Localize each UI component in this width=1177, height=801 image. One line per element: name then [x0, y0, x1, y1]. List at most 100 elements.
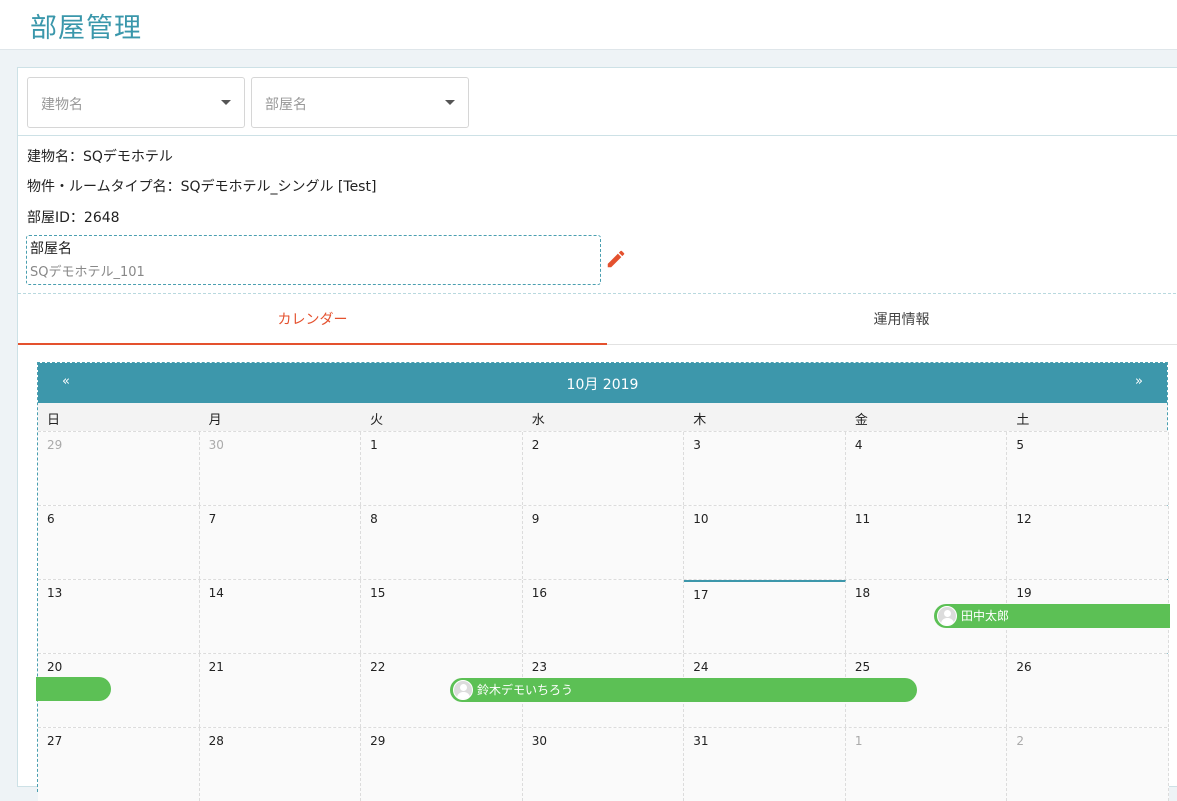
calendar-day-cell[interactable]: 16	[522, 580, 685, 653]
day-number: 31	[693, 734, 709, 748]
day-number: 12	[1016, 512, 1032, 526]
pencil-icon[interactable]	[605, 248, 627, 270]
calendar-day-cell[interactable]: 30	[522, 728, 685, 801]
room-name-label: 部屋名	[30, 241, 72, 257]
calendar-day-cell[interactable]: 8	[361, 506, 523, 579]
page-title: 部屋管理	[30, 13, 142, 44]
day-number: 28	[208, 734, 224, 748]
calendar-day-cell[interactable]: 2	[522, 432, 685, 505]
property-name-line: 物件・ルームタイプ名：SQデモホテル_シングル [Test]	[27, 179, 377, 195]
calendar-day-cell[interactable]: 1	[845, 728, 1008, 801]
chevron-down-icon	[445, 100, 455, 105]
calendar-day-cell[interactable]: 26	[1007, 654, 1169, 727]
tab-operation-info[interactable]: 運用情報	[607, 295, 1177, 345]
day-number: 17	[693, 588, 709, 602]
day-number: 30	[208, 438, 224, 452]
calendar-day-cell[interactable]: 2	[1007, 728, 1169, 801]
reservation-event[interactable]	[36, 677, 111, 701]
calendar-day-cell[interactable]: 27	[38, 728, 200, 801]
day-number: 25	[854, 660, 871, 674]
chevron-down-icon	[221, 100, 231, 105]
day-number: 29	[370, 734, 386, 748]
calendar-day-cell[interactable]: 10	[684, 506, 846, 579]
calendar-day-cell[interactable]: 21	[199, 654, 362, 727]
day-number: 15	[370, 586, 386, 600]
day-number: 26	[1016, 660, 1032, 674]
day-number: 29	[47, 438, 63, 452]
calendar-month-label: 10月 2019	[566, 377, 639, 393]
weekday-label: 土	[1016, 413, 1030, 428]
building-select-placeholder: 建物名	[41, 97, 83, 113]
avatar-icon	[453, 680, 473, 700]
reservation-guest-name: 鈴木デモいちろう	[477, 683, 574, 697]
day-number: 22	[370, 660, 386, 674]
weekday-label: 水	[531, 413, 545, 428]
building-name-line: 建物名：SQデモホテル	[27, 149, 173, 165]
calendar-day-cell[interactable]: 15	[361, 580, 523, 653]
weekday-label: 木	[693, 413, 707, 428]
reservation-guest-name: 田中太郎	[961, 609, 1010, 623]
day-number: 9	[531, 512, 540, 526]
calendar-day-cell[interactable]: 11	[845, 506, 1008, 579]
tab-bar: カレンダー 運用情報	[18, 295, 1177, 345]
calendar-day-cell[interactable]: 9	[522, 506, 685, 579]
calendar-day-cell[interactable]: 29	[38, 432, 200, 505]
tab-calendar[interactable]: カレンダー	[18, 295, 607, 345]
filter-bar: 建物名 部屋名	[18, 68, 1177, 136]
day-number: 3	[693, 438, 701, 452]
calendar-week-row: 27 28 29 30 31 1 2	[38, 727, 1169, 801]
calendar-week-row: 6 7 8 9 10 11 12	[38, 505, 1169, 579]
calendar: « 10月 2019 » 日月火水木金土 29 30 1 2 3 4 5 6 7 8 9 10 11 12…	[36, 362, 1170, 801]
calendar-day-cell[interactable]: 6	[38, 506, 200, 579]
reservation-event[interactable]: 田中太郎	[934, 604, 1170, 628]
day-number: 6	[47, 512, 55, 526]
day-number: 13	[47, 586, 63, 600]
calendar-day-cell[interactable]: 14	[199, 580, 362, 653]
day-number: 2	[1016, 734, 1025, 748]
calendar-day-cell[interactable]: 13	[38, 580, 200, 653]
building-select[interactable]: 建物名	[27, 77, 245, 128]
day-number: 10	[693, 512, 709, 526]
top-bar: 部屋管理	[0, 0, 1177, 50]
calendar-day-cell[interactable]: 28	[199, 728, 362, 801]
next-month-button[interactable]: »	[1135, 374, 1143, 389]
day-number: 1	[370, 438, 378, 452]
weekday-label: 金	[854, 413, 868, 428]
avatar-icon	[937, 606, 957, 626]
day-number: 1	[854, 734, 863, 748]
room-name-value: SQデモホテル_101	[30, 265, 145, 280]
day-number: 5	[1016, 438, 1025, 452]
room-panel: 建物名 部屋名 建物名：SQデモホテル 物件・ルームタイプ名：SQデモホテル_シ…	[17, 67, 1177, 801]
day-number: 21	[208, 660, 224, 674]
calendar-day-cell[interactable]: 1	[361, 432, 523, 505]
calendar-day-cell[interactable]: 17	[684, 580, 846, 653]
calendar-day-cell[interactable]: 31	[684, 728, 846, 801]
calendar-day-cell[interactable]: 12	[1007, 506, 1169, 579]
room-select-placeholder: 部屋名	[265, 97, 307, 113]
day-number: 11	[854, 512, 871, 526]
day-number: 18	[854, 586, 871, 600]
day-number: 30	[531, 734, 547, 748]
weekday-header: 日月火水木金土	[38, 403, 1167, 431]
day-number: 2	[531, 438, 540, 452]
day-number: 24	[693, 660, 709, 674]
day-number: 16	[531, 586, 547, 600]
reservation-event[interactable]: 鈴木デモいちろう	[450, 678, 917, 702]
calendar-day-cell[interactable]: 3	[684, 432, 846, 505]
calendar-day-cell[interactable]: 4	[845, 432, 1008, 505]
day-number: 8	[370, 512, 378, 526]
weekday-label: 月	[208, 413, 222, 428]
calendar-day-cell[interactable]: 30	[199, 432, 362, 505]
day-number: 27	[47, 734, 63, 748]
room-name-field[interactable]: 部屋名 SQデモホテル_101	[26, 235, 601, 285]
calendar-week-row: 29 30 1 2 3 4 5	[38, 431, 1169, 505]
calendar-day-cell[interactable]: 7	[199, 506, 362, 579]
calendar-day-cell[interactable]: 29	[361, 728, 523, 801]
weekday-label: 火	[370, 413, 384, 428]
day-number: 23	[531, 660, 547, 674]
day-number: 14	[208, 586, 224, 600]
room-select[interactable]: 部屋名	[251, 77, 469, 128]
calendar-header: « 10月 2019 »	[38, 363, 1167, 403]
calendar-day-cell[interactable]: 5	[1007, 432, 1169, 505]
room-info: 建物名：SQデモホテル 物件・ルームタイプ名：SQデモホテル_シングル [Tes…	[18, 136, 1177, 294]
